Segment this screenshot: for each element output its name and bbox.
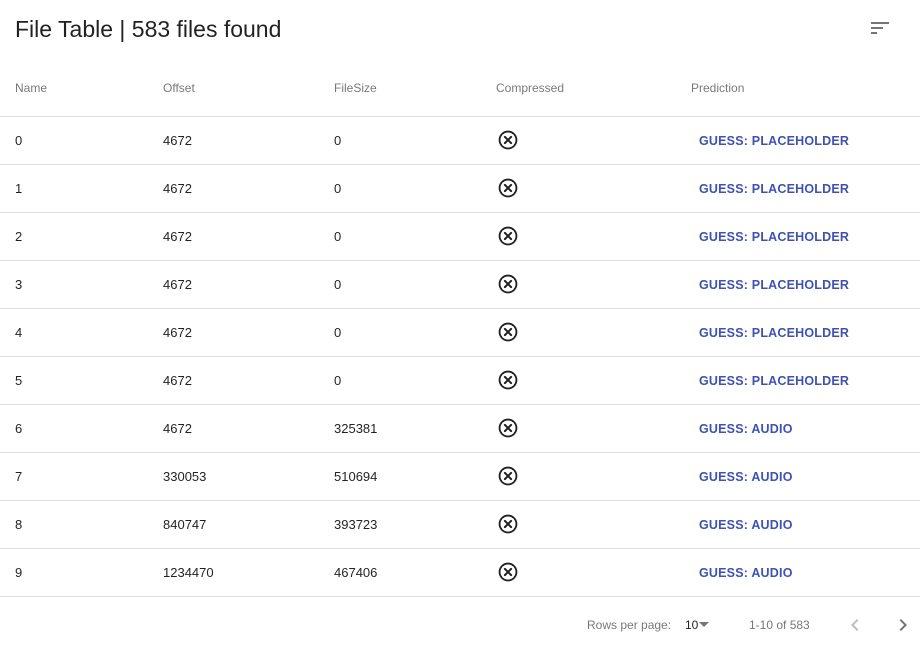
prediction-button[interactable]: GUESS: AUDIO: [691, 461, 801, 493]
chevron-right-icon: [899, 619, 907, 631]
prediction-button[interactable]: GUESS: PLACEHOLDER: [691, 365, 857, 397]
cell-offset: 4672: [163, 277, 192, 292]
cancel-circle-icon: [498, 418, 518, 438]
cell-offset: 840747: [163, 517, 207, 532]
table-row[interactable]: 0 4672 0 GUESS: PLACEHOLDER: [0, 117, 920, 165]
cell-name: 9: [15, 565, 23, 580]
cell-name: 0: [15, 133, 23, 148]
cell-offset: 330053: [163, 469, 207, 484]
cell-filesize: 467406: [334, 565, 378, 580]
pagination-range: 1-10 of 583: [749, 618, 810, 632]
page-title: File Table | 583 files found: [15, 16, 282, 42]
prediction-button[interactable]: GUESS: PLACEHOLDER: [691, 173, 857, 205]
cell-filesize: 0: [334, 373, 342, 388]
filter-list-button[interactable]: [862, 10, 898, 46]
cell-filesize: 0: [334, 181, 342, 196]
cell-offset: 1234470: [163, 565, 214, 580]
cell-filesize: 0: [334, 133, 342, 148]
cell-offset: 4672: [163, 133, 192, 148]
prediction-button[interactable]: GUESS: AUDIO: [691, 557, 801, 589]
cell-offset: 4672: [163, 373, 192, 388]
column-header-compressed[interactable]: Compressed: [496, 60, 564, 116]
column-header-prediction[interactable]: Prediction: [691, 60, 744, 116]
prediction-button[interactable]: GUESS: PLACEHOLDER: [691, 125, 857, 157]
cell-name: 6: [15, 421, 23, 436]
prediction-button[interactable]: GUESS: PLACEHOLDER: [691, 269, 857, 301]
cancel-circle-icon: [498, 226, 518, 246]
chevron-left-icon: [851, 619, 859, 631]
cell-filesize: 0: [334, 325, 342, 340]
file-table: Name Offset FileSize Compressed Predicti…: [0, 60, 920, 597]
cancel-circle-icon: [498, 178, 518, 198]
cell-filesize: 325381: [334, 421, 378, 436]
cancel-circle-icon: [498, 514, 518, 534]
table-row[interactable]: 5 4672 0 GUESS: PLACEHOLDER: [0, 357, 920, 405]
dropdown-arrow-icon: [699, 622, 710, 628]
table-row[interactable]: 9 1234470 467406 GUESS: AUDIO: [0, 549, 920, 597]
rows-per-page-select[interactable]: 10: [685, 598, 710, 652]
next-page-button[interactable]: [886, 608, 920, 642]
cell-name: 5: [15, 373, 23, 388]
prediction-button[interactable]: GUESS: PLACEHOLDER: [691, 317, 857, 349]
cell-offset: 4672: [163, 325, 192, 340]
prediction-button[interactable]: GUESS: AUDIO: [691, 413, 801, 445]
cell-filesize: 0: [334, 229, 342, 244]
cancel-circle-icon: [498, 370, 518, 390]
table-row[interactable]: 3 4672 0 GUESS: PLACEHOLDER: [0, 261, 920, 309]
cancel-circle-icon: [498, 562, 518, 582]
filter-list-icon: [871, 22, 889, 34]
cell-name: 4: [15, 325, 23, 340]
table-body: 0 4672 0 GUESS: PLACEHOLDER 1 4672 0 GUESS: PLA…: [0, 117, 920, 597]
column-header-name[interactable]: Name: [15, 60, 47, 116]
cell-offset: 4672: [163, 181, 192, 196]
column-header-offset[interactable]: Offset: [163, 60, 195, 116]
cell-name: 1: [15, 181, 23, 196]
table-row[interactable]: 7 330053 510694 GUESS: AUDIO: [0, 453, 920, 501]
cancel-circle-icon: [498, 130, 518, 150]
cell-filesize: 393723: [334, 517, 378, 532]
prediction-button[interactable]: GUESS: PLACEHOLDER: [691, 221, 857, 253]
table-pagination: Rows per page: 10 1-10 of 583: [0, 598, 920, 646]
cell-name: 8: [15, 517, 23, 532]
cell-name: 3: [15, 277, 23, 292]
cancel-circle-icon: [498, 322, 518, 342]
cell-name: 7: [15, 469, 23, 484]
rows-per-page-label: Rows per page:: [587, 618, 672, 632]
cell-offset: 4672: [163, 421, 192, 436]
previous-page-button[interactable]: [838, 608, 872, 642]
table-toolbar: File Table | 583 files found: [0, 0, 920, 58]
table-header-row: Name Offset FileSize Compressed Predicti…: [0, 60, 920, 117]
cancel-circle-icon: [498, 274, 518, 294]
cell-name: 2: [15, 229, 23, 244]
cell-offset: 4672: [163, 229, 192, 244]
cancel-circle-icon: [498, 466, 518, 486]
cell-filesize: 510694: [334, 469, 378, 484]
table-row[interactable]: 8 840747 393723 GUESS: AUDIO: [0, 501, 920, 549]
prediction-button[interactable]: GUESS: AUDIO: [691, 509, 801, 541]
cell-filesize: 0: [334, 277, 342, 292]
table-row[interactable]: 4 4672 0 GUESS: PLACEHOLDER: [0, 309, 920, 357]
column-header-filesize[interactable]: FileSize: [334, 60, 377, 116]
table-row[interactable]: 6 4672 325381 GUESS: AUDIO: [0, 405, 920, 453]
table-row[interactable]: 2 4672 0 GUESS: PLACEHOLDER: [0, 213, 920, 261]
table-row[interactable]: 1 4672 0 GUESS: PLACEHOLDER: [0, 165, 920, 213]
rows-per-page-value: 10: [685, 618, 699, 632]
